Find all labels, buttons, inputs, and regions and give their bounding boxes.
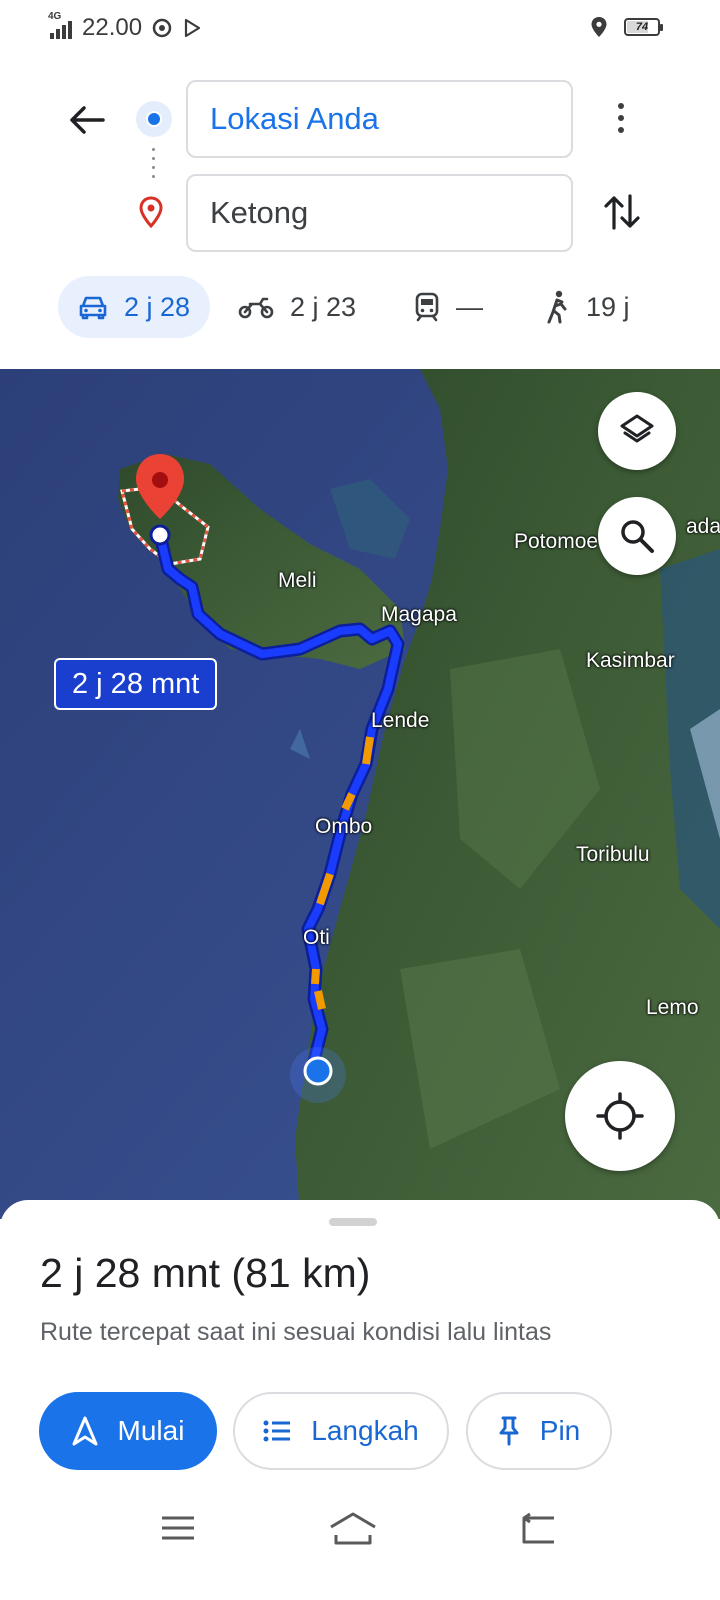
mode-motorcycle[interactable]: 2 j 23 [238, 276, 356, 338]
mode-transit-time: — [456, 291, 483, 322]
train-icon [415, 292, 439, 322]
steps-label: Langkah [311, 1415, 419, 1446]
swap-directions-button[interactable] [600, 190, 644, 234]
place-label: Lende [371, 709, 430, 732]
place-label: Toribulu [576, 843, 650, 866]
back-button[interactable] [62, 95, 112, 145]
place-label: Oti [303, 926, 330, 949]
place-label: Potomoe [514, 530, 599, 553]
mode-motorcycle-time: 2 j 23 [290, 291, 357, 322]
route-eta-badge[interactable]: 2 j 28 mnt [54, 658, 218, 710]
network-type: 4G [48, 11, 62, 22]
mode-transit[interactable]: — [414, 276, 483, 338]
route-description: Rute tercepat saat ini sesuai kondisi la… [40, 1318, 552, 1346]
location-icon [591, 17, 607, 37]
place-label: Ombo [315, 815, 373, 838]
route-summary: 2 j 28 mnt (81 km) [40, 1250, 371, 1296]
menu-nav-button[interactable] [148, 1508, 208, 1548]
clock: 22.00 [82, 14, 143, 41]
mode-driving-time: 2 j 28 [124, 291, 191, 322]
place-label: ada [686, 515, 720, 538]
status-left: 4G 22.00 [48, 11, 202, 42]
route-connector [152, 148, 155, 178]
navigation-arrow-icon [72, 1416, 98, 1446]
start-navigation-button[interactable]: Mulai [39, 1392, 217, 1470]
destination-field[interactable]: Ketong [186, 174, 573, 252]
play-store-icon [184, 18, 201, 38]
my-location-button[interactable] [565, 1061, 675, 1171]
arrow-back-icon [70, 106, 105, 134]
place-label: Magapa [381, 603, 457, 626]
pin-button[interactable]: Pin [466, 1392, 612, 1470]
steps-button[interactable]: Langkah [233, 1392, 449, 1470]
menu-icon [162, 1516, 194, 1540]
search-icon [621, 520, 654, 553]
sheet-drag-handle[interactable] [329, 1218, 377, 1226]
back-nav-button[interactable] [508, 1508, 568, 1548]
start-label: Mulai [117, 1415, 185, 1446]
origin-dot-icon [136, 101, 172, 137]
search-along-route-button[interactable] [598, 497, 676, 575]
pin-icon [499, 1416, 519, 1446]
back-nav-icon [522, 1512, 554, 1544]
status-right: 74 [590, 16, 663, 38]
more-options-button[interactable] [604, 95, 638, 141]
chrome-icon [152, 18, 172, 38]
map-view[interactable]: Meli Magapa Potomoe ada Kasimbar Lende O… [0, 369, 720, 1219]
signal-icon: 4G [48, 11, 72, 39]
mode-walking-time: 19 j [586, 291, 630, 322]
place-label: Kasimbar [586, 649, 675, 672]
motorcycle-icon [238, 297, 274, 319]
destination-pin-icon [139, 196, 163, 228]
origin-field[interactable]: Lokasi Anda [186, 80, 573, 158]
home-nav-button[interactable] [323, 1508, 383, 1548]
place-label: Lemo [646, 996, 699, 1019]
battery-level: 74 [635, 21, 649, 33]
place-label: Meli [278, 569, 317, 592]
pin-label: Pin [539, 1415, 581, 1446]
walking-icon [547, 290, 567, 324]
battery-icon: 74 [624, 18, 663, 36]
status-bar: 4G 22.00 74 [0, 0, 720, 56]
home-icon [330, 1512, 376, 1545]
mode-walking[interactable]: 19 j [544, 276, 630, 338]
list-icon [263, 1420, 291, 1442]
layers-icon [620, 414, 654, 443]
car-icon [79, 296, 107, 320]
crosshair-icon [596, 1092, 644, 1140]
layers-button[interactable] [598, 392, 676, 470]
mode-driving[interactable]: 2 j 28 [58, 276, 210, 338]
